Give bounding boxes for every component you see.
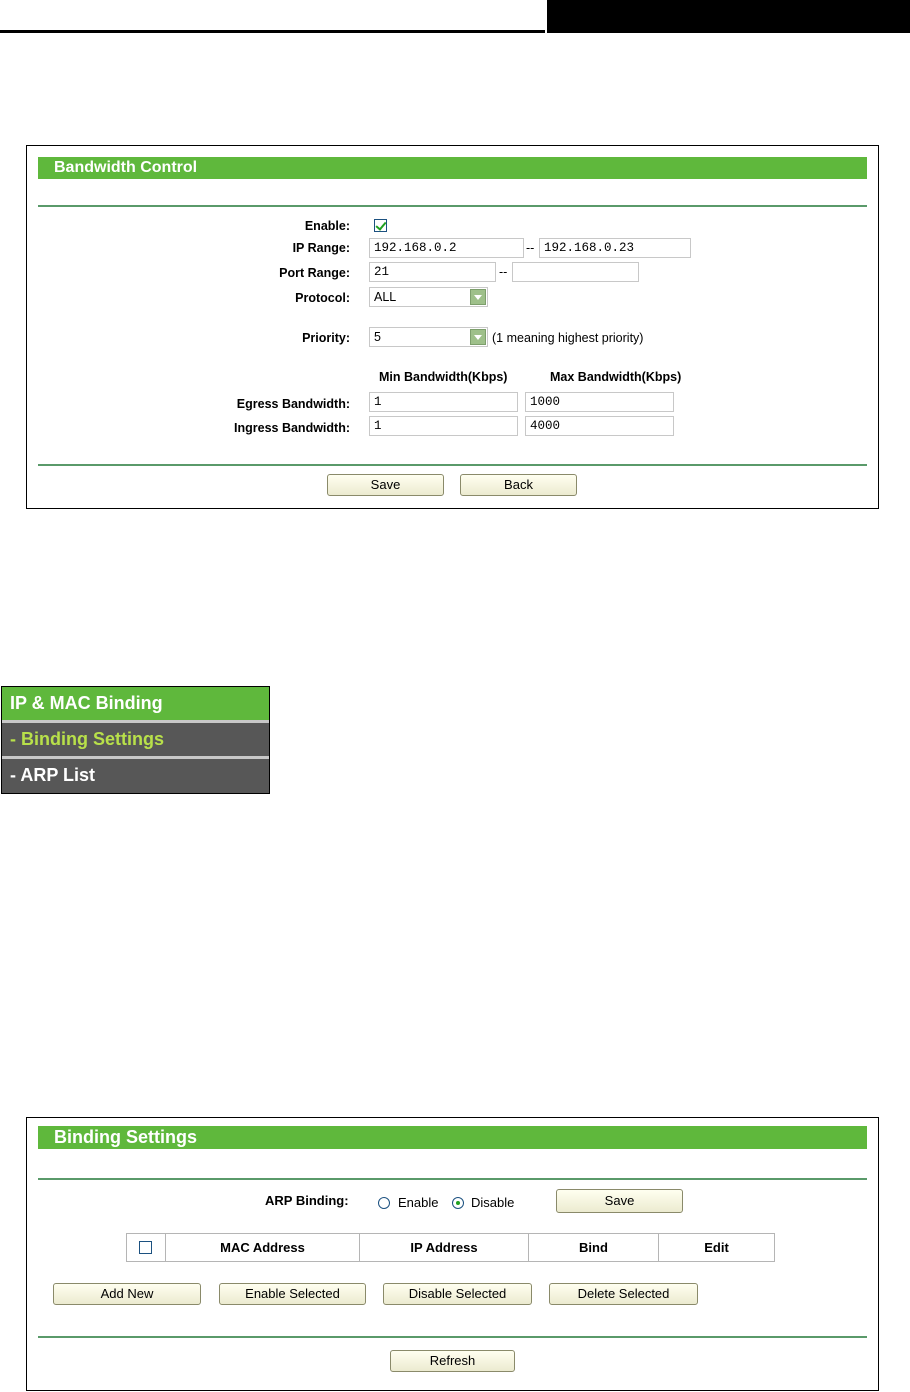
arp-enable-label: Enable xyxy=(398,1195,439,1210)
column-header-edit: Edit xyxy=(704,1240,729,1255)
column-header-ip: IP Address xyxy=(360,1234,529,1261)
binding-divider-bottom xyxy=(38,1336,867,1338)
arp-disable-label: Disable xyxy=(471,1195,515,1210)
port-range-separator: -- xyxy=(499,265,508,279)
add-new-button[interactable]: Add New xyxy=(53,1283,201,1305)
arp-save-button[interactable]: Save xyxy=(556,1189,683,1213)
enable-checkbox[interactable] xyxy=(374,219,387,232)
port-end-input[interactable] xyxy=(512,262,639,282)
min-bandwidth-header: Min Bandwidth(Kbps) xyxy=(379,370,508,384)
disable-selected-button[interactable]: Disable Selected xyxy=(383,1283,532,1305)
port-start-input[interactable]: 21 xyxy=(369,262,496,282)
select-all-checkbox[interactable] xyxy=(139,1241,152,1254)
protocol-value: ALL xyxy=(374,290,397,304)
egress-max-input[interactable]: 1000 xyxy=(525,392,674,412)
ip-end-input[interactable]: 192.168.0.23 xyxy=(539,238,691,258)
chevron-down-icon xyxy=(470,289,486,305)
ingress-max-input[interactable]: 4000 xyxy=(525,416,674,436)
egress-label: Egress Bandwidth: xyxy=(236,397,350,411)
priority-label: Priority: xyxy=(302,331,350,345)
menu-item-arp-list[interactable]: - ARP List xyxy=(2,759,269,792)
egress-min-input[interactable]: 1 xyxy=(369,392,518,412)
protocol-select[interactable]: ALL xyxy=(369,287,488,307)
divider-top xyxy=(38,1178,867,1180)
ip-mac-binding-menu: IP & MAC Binding - Binding Settings - AR… xyxy=(1,686,270,794)
divider-top xyxy=(38,205,867,207)
page-header-block xyxy=(547,0,910,33)
chevron-down-icon xyxy=(470,329,486,345)
ip-start-input[interactable]: 192.168.0.2 xyxy=(369,238,524,258)
port-range-label: Port Range: xyxy=(279,266,350,280)
column-header-mac: MAC Address xyxy=(166,1234,360,1261)
max-bandwidth-header: Max Bandwidth(Kbps) xyxy=(550,370,682,384)
bandwidth-panel-title: Bandwidth Control xyxy=(38,157,867,179)
priority-value: 5 xyxy=(374,330,381,344)
ip-range-separator: -- xyxy=(526,241,535,255)
delete-selected-button[interactable]: Delete Selected xyxy=(549,1283,698,1305)
ip-range-label: IP Range: xyxy=(292,241,350,255)
binding-panel-title: Binding Settings xyxy=(38,1126,867,1149)
arp-binding-label: ARP Binding: xyxy=(265,1193,349,1208)
back-button[interactable]: Back xyxy=(460,474,577,496)
refresh-button[interactable]: Refresh xyxy=(390,1350,515,1372)
arp-enable-radio[interactable] xyxy=(378,1197,390,1209)
enable-selected-button[interactable]: Enable Selected xyxy=(219,1283,366,1305)
arp-disable-radio[interactable] xyxy=(452,1197,464,1209)
priority-hint: (1 meaning highest priority) xyxy=(492,331,644,345)
ingress-min-input[interactable]: 1 xyxy=(369,416,518,436)
bandwidth-control-panel: Bandwidth Control Enable: IP Range: 192.… xyxy=(26,145,879,509)
column-header-bind: Bind xyxy=(529,1234,659,1261)
binding-table-header: MAC Address IP Address Bind Edit xyxy=(126,1233,775,1262)
select-all-cell xyxy=(127,1234,166,1261)
menu-header-ip-mac-binding[interactable]: IP & MAC Binding xyxy=(2,687,269,720)
priority-select[interactable]: 5 xyxy=(369,327,488,347)
divider-bottom xyxy=(38,464,867,466)
ingress-label: Ingress Bandwidth: xyxy=(234,421,350,435)
save-button[interactable]: Save xyxy=(327,474,444,496)
page-header-rule xyxy=(0,30,545,33)
enable-label: Enable: xyxy=(304,219,350,233)
protocol-label: Protocol: xyxy=(295,291,350,305)
menu-item-binding-settings[interactable]: - Binding Settings xyxy=(2,723,269,756)
